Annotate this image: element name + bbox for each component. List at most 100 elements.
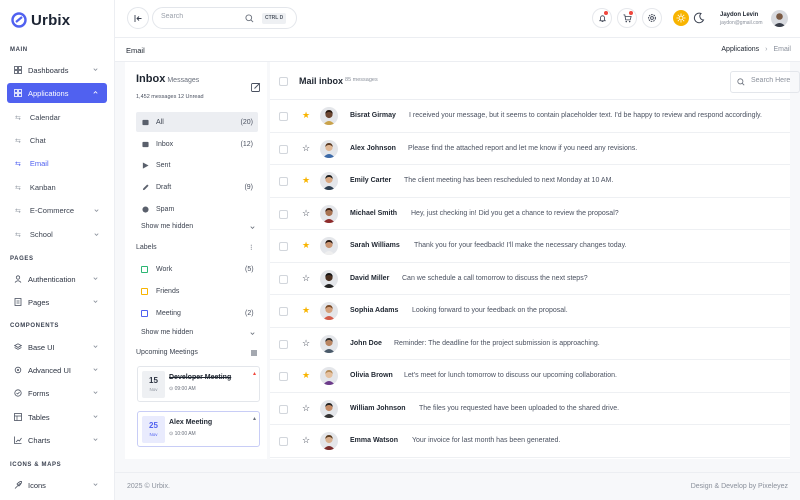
star-filled-icon[interactable]: ★ (302, 370, 310, 381)
label-meeting[interactable]: Meeting (2) (141, 310, 254, 317)
star-filled-icon[interactable]: ★ (302, 110, 310, 121)
folder-spam[interactable]: Spam (136, 199, 258, 219)
compose-icon[interactable] (251, 82, 261, 92)
star-filled-icon[interactable]: ★ (302, 175, 310, 186)
sidebar-item-icons[interactable]: Icons (7, 475, 107, 495)
folder-label: Sent (156, 161, 171, 169)
sidebar-item-advanced-ui[interactable]: Advanced UI (7, 360, 107, 380)
sidebar-subitem-label: Calendar (29, 113, 61, 122)
mail-row[interactable]: ☆ Alex Johnson Please find the attached re… (270, 133, 790, 165)
mail-search-box (730, 71, 800, 93)
form-icon (14, 389, 22, 397)
mail-row[interactable]: ☆ Emma Watson Your invoice for last month … (270, 425, 790, 458)
light-mode-button[interactable] (673, 10, 689, 26)
show-hidden-folders-link[interactable]: Show me hidden (141, 223, 193, 230)
folder-inbox[interactable]: Inbox (12) (136, 134, 258, 154)
logo[interactable]: Urbix (11, 10, 70, 30)
meeting-card[interactable]: 25 Nov Alex Meeting ⊙ 10:00 AM ▴ (137, 411, 260, 447)
sidebar-item-dashboards[interactable]: Dashboards (7, 60, 107, 80)
sidebar-subitem-calendar[interactable]: ⇆ Calendar (15, 113, 60, 122)
sidebar-toggle-button[interactable] (127, 7, 149, 29)
sidebar-item-charts[interactable]: Charts (7, 430, 107, 450)
label-name: Work (156, 266, 173, 273)
sidebar-item-pages[interactable]: Pages (7, 292, 107, 312)
star-outline-icon[interactable]: ☆ (302, 435, 310, 446)
row-checkbox[interactable] (279, 177, 288, 186)
mail-search-input[interactable] (751, 77, 799, 84)
row-checkbox[interactable] (279, 209, 288, 219)
user-name[interactable]: Jaydon Levin (720, 12, 758, 18)
sender-avatar (320, 302, 338, 320)
select-all-checkbox[interactable] (279, 77, 288, 86)
row-checkbox[interactable] (279, 144, 288, 154)
row-checkbox[interactable] (279, 372, 288, 381)
row-checkbox[interactable] (279, 112, 288, 121)
sidebar-subitem-chat[interactable]: ⇆ Chat (15, 136, 46, 145)
mail-row[interactable]: ★ Olivia Brown Let's meet for lunch tomorr… (270, 360, 790, 393)
layers-icon (14, 343, 22, 350)
sidebar-item-applications[interactable]: Applications (7, 83, 107, 103)
star-outline-icon[interactable]: ☆ (302, 338, 310, 349)
folder-sent[interactable]: Sent (136, 155, 258, 175)
label-work[interactable]: Work (5) (141, 266, 254, 273)
bullet-icon: ⇆ (15, 114, 21, 122)
mail-row[interactable]: ★ Sarah Williams Thank you for your feedba… (270, 230, 790, 263)
cart-button[interactable] (617, 8, 637, 28)
sidebar-subitem-school[interactable]: ⇆ School (15, 230, 107, 239)
inbox-counts: 1,452 messages 12 Unread (136, 94, 204, 100)
sender-avatar (320, 399, 338, 418)
mail-count: 85 messages (345, 77, 378, 83)
sidebar-item-authentication[interactable]: Authentication (7, 269, 107, 289)
mail-row[interactable]: ★ Sophia Adams Looking forward to your fee… (270, 295, 790, 328)
menu-icon[interactable] (250, 349, 258, 357)
star-outline-icon[interactable]: ☆ (302, 143, 310, 154)
mail-row[interactable]: ☆ Michael Smith Hey, just checking in! Did… (270, 198, 790, 230)
settings-button[interactable] (642, 8, 662, 28)
row-checkbox[interactable] (279, 307, 288, 316)
row-checkbox[interactable] (279, 339, 288, 349)
star-outline-icon[interactable]: ☆ (302, 208, 310, 219)
moon-icon[interactable] (693, 12, 705, 24)
search-input[interactable] (161, 13, 241, 20)
row-checkbox[interactable] (279, 437, 288, 446)
mail-row[interactable]: ☆ John Doe Reminder: The deadline for the … (270, 328, 790, 360)
sidebar-subitem-email[interactable]: ⇆ Email (15, 159, 49, 168)
footer: 2025 © Urbix. Design & Develop by Pixele… (115, 472, 800, 500)
mailbox-panel: Inbox Messages 1,452 messages 12 Unread A… (125, 62, 267, 459)
folder-all[interactable]: All (20) (136, 112, 258, 132)
star-filled-icon[interactable]: ★ (302, 240, 310, 251)
star-filled-icon[interactable]: ★ (302, 305, 310, 316)
sender-name: Emily Carter (350, 177, 392, 184)
search-icon[interactable] (245, 14, 254, 23)
section-icons-maps: ICONS & MAPS (10, 462, 62, 468)
show-hidden-labels-link[interactable]: Show me hidden (141, 329, 193, 336)
row-checkbox[interactable] (279, 274, 288, 284)
star-outline-icon[interactable]: ☆ (302, 403, 310, 414)
chevron-down-icon[interactable] (249, 224, 256, 231)
chevron-down-icon[interactable] (249, 330, 256, 337)
sidebar-subitem-kanban[interactable]: ⇆ Kanban (15, 183, 56, 192)
mail-row[interactable]: ☆ David Miller Can we schedule a call tomo… (270, 263, 790, 295)
label-friends[interactable]: Friends (141, 288, 179, 295)
sidebar-item-base-ui[interactable]: Base UI (7, 337, 107, 357)
sidebar-item-forms[interactable]: Forms (7, 383, 107, 403)
mail-row[interactable]: ☆ William Johnson The files you requested … (270, 393, 790, 425)
message-preview: Your invoice for last month has been gen… (412, 437, 561, 444)
mail-row[interactable]: ★ Emily Carter The client meeting has been… (270, 165, 790, 198)
bullet-icon: ⇆ (15, 231, 21, 239)
meeting-card[interactable]: 15 Nov Developer Meeting ⊙ 09:00 AM ▴ (137, 366, 260, 402)
folder-draft[interactable]: Draft (9) (136, 177, 258, 197)
user-avatar[interactable] (771, 10, 788, 27)
sidebar-subitem-ecommerce[interactable]: ⇆ E-Commerce (15, 206, 107, 215)
sidebar-item-tables[interactable]: Tables (7, 407, 107, 427)
row-checkbox[interactable] (279, 404, 288, 414)
star-outline-icon[interactable]: ☆ (302, 273, 310, 284)
more-vertical-icon[interactable]: ⁝ (250, 243, 253, 252)
notifications-button[interactable] (592, 8, 612, 28)
mail-row[interactable]: ★ Bisrat Girmay I received your message, b… (270, 100, 790, 133)
sidebar-subitem-label: E-Commerce (29, 206, 75, 215)
sender-name: Michael Smith (350, 209, 398, 217)
row-checkbox[interactable] (279, 242, 288, 251)
breadcrumb-link-applications[interactable]: Applications (721, 46, 759, 53)
app-name: Urbix (31, 11, 71, 29)
